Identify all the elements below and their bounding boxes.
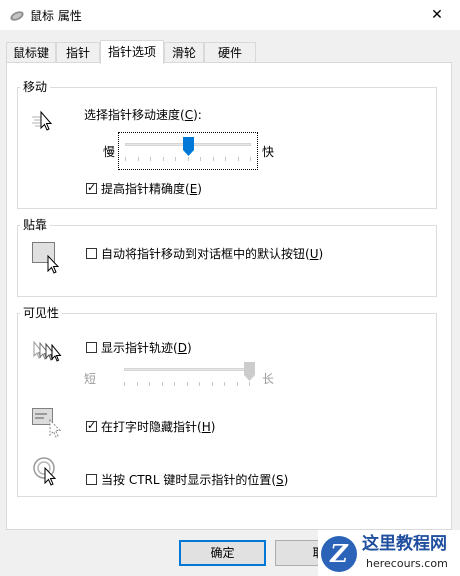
title-bar: 鼠标 属性 ✕ <box>0 0 460 30</box>
motion-group-title: 移动 <box>20 79 51 95</box>
slider-tick <box>199 382 200 386</box>
enhance-precision-checkbox[interactable]: ✓ <box>86 181 97 194</box>
fast-label: 快 <box>262 145 275 159</box>
slider-tick <box>137 382 138 386</box>
pointer-trails-slider[interactable] <box>118 360 258 388</box>
slider-tick <box>125 157 126 161</box>
visibility-group: 可见性 显示指针轨迹(D) 短 长 ✓ 在打字时隐藏指针(H) 当按 CTRL … <box>17 305 437 497</box>
watermark-text: 这里教程网 <box>362 534 447 554</box>
visibility-group-title: 可见性 <box>20 305 63 321</box>
slider-tick <box>138 157 139 161</box>
pointer-trails-track <box>124 368 250 371</box>
watermark-url: herecours.com <box>366 557 448 570</box>
pointer-trails-thumb[interactable] <box>244 362 255 384</box>
slider-tick <box>224 382 225 386</box>
hide-while-typing-checkbox[interactable]: ✓ <box>86 419 97 432</box>
long-label: 长 <box>262 372 275 386</box>
enhance-precision-label: 提高指针精确度(E) <box>101 182 202 196</box>
watermark-emblem: Z <box>321 536 357 572</box>
slider-tick <box>200 157 201 161</box>
tab-mouse-buttons[interactable]: 鼠标键 <box>6 42 56 62</box>
tab-wheel[interactable]: 滑轮 <box>164 42 204 62</box>
show-location-icon <box>32 456 66 491</box>
ok-button[interactable]: 确定 <box>179 540 266 566</box>
tab-pointer-options[interactable]: 指针选项 <box>100 40 164 64</box>
pointer-speed-icon <box>32 110 58 135</box>
slider-tick <box>174 382 175 386</box>
tab-panel: 移动 选择指针移动速度(C): 慢 快 ✓ 提高指针精确度(E) 贴靠 自动将指… <box>6 62 452 530</box>
slider-tick <box>237 382 238 386</box>
pointer-trails-checkbox[interactable] <box>86 342 97 353</box>
pointer-speed-label: 选择指针移动速度(C): <box>84 108 202 122</box>
slider-tick <box>212 382 213 386</box>
slider-tick <box>175 157 176 161</box>
check-icon: ✓ <box>87 181 97 194</box>
snap-to-group-title: 贴靠 <box>20 217 51 233</box>
snap-to-default-checkbox[interactable] <box>86 248 97 259</box>
tab-hardware[interactable]: 硬件 <box>204 42 256 62</box>
slider-tick <box>150 157 151 161</box>
motion-group: 移动 选择指针移动速度(C): 慢 快 ✓ 提高指针精确度(E) <box>17 79 437 209</box>
snap-to-group: 贴靠 自动将指针移动到对话框中的默认按钮(U) <box>17 217 437 297</box>
close-button[interactable]: ✕ <box>414 0 460 30</box>
slider-tick <box>238 157 239 161</box>
slow-label: 慢 <box>103 145 116 159</box>
slider-tick <box>124 382 125 386</box>
hide-while-typing-label: 在打字时隐藏指针(H) <box>101 420 216 434</box>
mouse-icon <box>9 8 25 25</box>
slider-tick <box>213 157 214 161</box>
window-title: 鼠标 属性 <box>30 9 82 23</box>
snap-to-icon <box>32 242 66 277</box>
pointer-trails-label: 显示指针轨迹(D) <box>101 341 192 355</box>
check-icon: ✓ <box>87 419 97 432</box>
show-location-ctrl-checkbox[interactable] <box>86 474 97 485</box>
pointer-speed-thumb[interactable] <box>183 137 194 159</box>
slider-tick <box>250 157 251 161</box>
slider-tick <box>162 382 163 386</box>
slider-tick <box>149 382 150 386</box>
watermark-logo: Z 这里教程网 herecours.com <box>318 530 460 576</box>
show-location-ctrl-label: 当按 CTRL 键时显示指针的位置(S) <box>101 473 289 487</box>
short-label: 短 <box>84 372 97 386</box>
pointer-speed-slider[interactable] <box>118 132 258 170</box>
snap-to-default-label: 自动将指针移动到对话框中的默认按钮(U) <box>101 247 324 261</box>
hide-pointer-icon <box>32 408 66 441</box>
slider-tick <box>163 157 164 161</box>
slider-tick <box>187 382 188 386</box>
slider-tick <box>225 157 226 161</box>
tab-pointers[interactable]: 指针 <box>56 42 100 62</box>
pointer-trails-icon <box>32 340 66 367</box>
close-icon: ✕ <box>431 7 443 23</box>
